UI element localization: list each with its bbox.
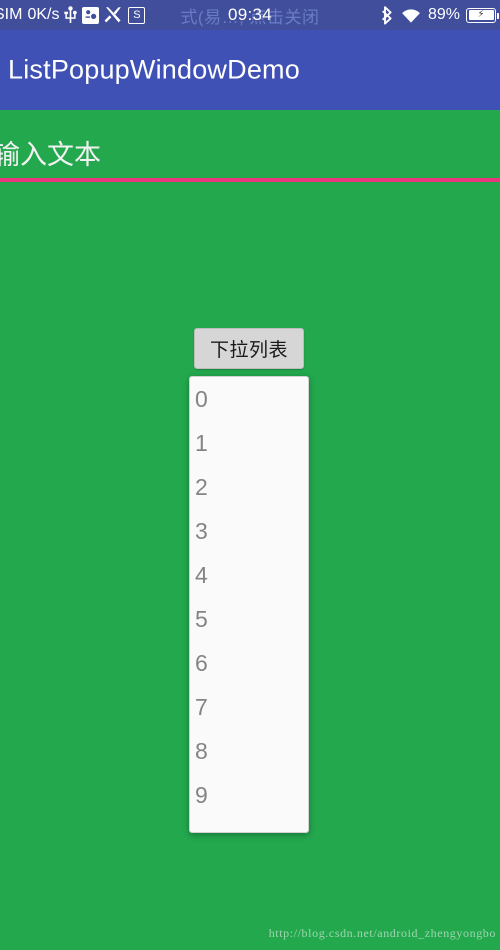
dropdown-list-button[interactable]: 下拉列表 (194, 328, 304, 369)
list-item[interactable]: 3 (190, 509, 308, 553)
dropdown-list-button-label: 下拉列表 (209, 340, 288, 361)
list-item[interactable]: 7 (190, 685, 308, 729)
status-bar: 式(易…, 点击关闭 SIM 0K/s (0, 0, 500, 30)
list-item[interactable]: 5 (190, 597, 308, 641)
list-item[interactable]: 6 (190, 641, 308, 685)
bluetooth-icon (381, 5, 394, 25)
android-screen: 式(易…, 点击关闭 SIM 0K/s (0, 0, 500, 950)
app-title: ListPopupWindowDemo (8, 54, 300, 85)
list-item[interactable]: 4 (190, 553, 308, 597)
charging-bolt-icon: ⚡ (468, 10, 494, 20)
wifi-icon (400, 7, 422, 24)
list-item[interactable]: 0 (190, 377, 308, 421)
list-popup-window[interactable]: 0 1 2 3 4 5 6 7 8 9 (189, 376, 309, 833)
content-area: 输入文本 下拉列表 0 1 2 3 4 5 6 7 8 9 http://blo… (0, 110, 500, 950)
text-input-field[interactable]: 输入文本 (0, 128, 500, 182)
watermark: http://blog.csdn.net/android_zhengyongbo (268, 926, 496, 940)
battery-icon: ⚡ (466, 7, 499, 23)
status-bar-right-group: 89% ⚡ (381, 0, 499, 30)
list-item[interactable]: 9 (190, 773, 308, 817)
battery-percent-label: 89% (427, 6, 460, 23)
list-item[interactable]: 1 (190, 421, 308, 465)
app-bar: ListPopupWindowDemo (0, 30, 500, 110)
text-input-underline (0, 178, 500, 182)
list-item[interactable]: 2 (190, 465, 308, 509)
text-input-placeholder: 输入文本 (0, 139, 101, 170)
list-item[interactable]: 8 (190, 729, 308, 773)
